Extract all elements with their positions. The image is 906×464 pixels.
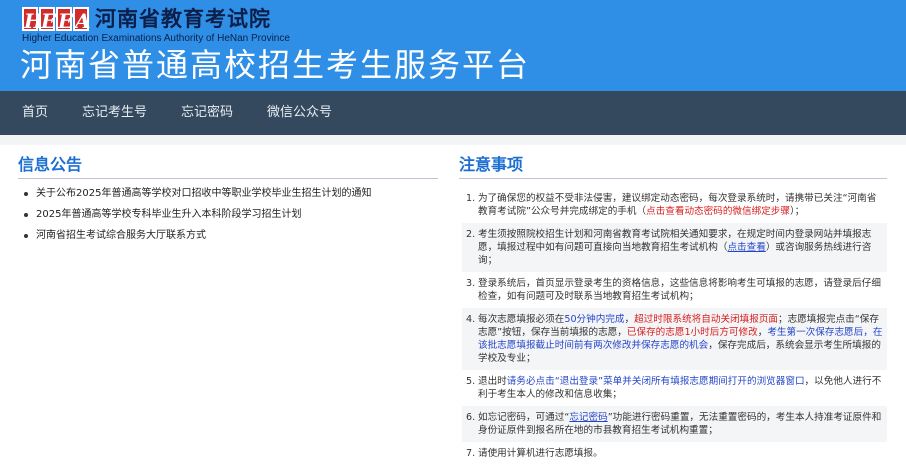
note-text-segment: 登录系统后，首页显示登录考生的资格信息，这些信息将影响考生可填报的志愿，请登录后… — [478, 278, 881, 302]
platform-title: 河南省普通高校招生考生服务平台 — [20, 46, 531, 84]
notes-panel: 注意事项 1. 为了确保您的权益不受非法侵害，建议绑定动态密码，每次登录系统时，请… — [459, 151, 887, 464]
note-number: 2. — [466, 229, 476, 240]
note-number: 7. — [466, 448, 476, 459]
note-text: 退出时请务必点击“退出登录”菜单并关闭所有填报志愿期间打开的浏览器窗口，以免他人… — [478, 375, 883, 401]
site-header: HEEA 河南省教育考试院 Higher Education Examinati… — [0, 0, 906, 91]
note-link[interactable]: 忘记密码 — [569, 412, 607, 423]
note-item: 1. 为了确保您的权益不受非法侵害，建议绑定动态密码，每次登录系统时，请携带已关注… — [462, 187, 887, 223]
nav-wechat-account[interactable]: 微信公众号 — [267, 91, 332, 135]
org-name-en: Higher Education Examinations Authority … — [22, 33, 290, 44]
announcement-item[interactable]: 2025年普通高等学校专科毕业生升入本科阶段学习招生计划 — [24, 208, 438, 222]
note-text: 考生须按照院校招生计划和河南省教育考试院相关通知要求，在规定时间内登录网站并填报… — [478, 228, 883, 267]
announcement-item[interactable]: 河南省招生考试综合服务大厅联系方式 — [24, 229, 438, 243]
note-text-segment: 如忘记密码，可通过“ — [478, 412, 570, 423]
logo-mark: HEEA — [22, 7, 91, 33]
note-text-segment: 每次志愿填报必须在 — [478, 314, 565, 325]
note-number: 1. — [466, 193, 476, 204]
nav-home[interactable]: 首页 — [22, 91, 48, 135]
org-name: 河南省教育考试院 — [95, 7, 271, 31]
logo-letter: E — [56, 7, 74, 33]
note-text-segment[interactable]: 已保存的志愿1小时后方可修改 — [627, 327, 758, 338]
logo-letter: E — [39, 7, 57, 33]
notes-title: 注意事项 — [459, 151, 887, 179]
note-text-segment: ， — [624, 314, 635, 325]
note-number: 5. — [466, 376, 476, 387]
note-text-segment: ）； — [789, 206, 805, 217]
announcements-panel: 信息公告 关于公布2025年普通高等学校对口招收中等职业学校毕业生招生计划的通知… — [18, 151, 438, 250]
note-text-segment: 50分钟内完成 — [564, 314, 625, 325]
main-nav: 首页 忘记考生号 忘记密码 微信公众号 — [0, 91, 906, 135]
note-text: 请使用计算机进行志愿填报。 — [478, 447, 883, 460]
logo-letter: H — [22, 7, 43, 33]
org-logo[interactable]: HEEA 河南省教育考试院 — [22, 7, 271, 33]
note-text: 为了确保您的权益不受非法侵害，建议绑定动态密码，每次登录系统时，请携带已关注“河… — [478, 192, 883, 218]
note-item: 6. 如忘记密码，可通过“忘记密码”功能进行密码重置，无法重置密码的，考生本人持准… — [462, 406, 887, 442]
announcements-title: 信息公告 — [18, 151, 438, 179]
note-item: 5. 退出时请务必点击“退出登录”菜单并关闭所有填报志愿期间打开的浏览器窗口，以免… — [462, 370, 887, 406]
note-text-segment: 请务必点击“退出登录”菜单并关闭所有填报志愿期间打开的浏览器窗口 — [506, 376, 805, 387]
main-content: 信息公告 关于公布2025年普通高等学校对口招收中等职业学校毕业生招生计划的通知… — [0, 145, 906, 464]
note-item: 7. 请使用计算机进行志愿填报。 — [462, 442, 887, 464]
note-number: 4. — [466, 314, 476, 325]
note-number: 3. — [466, 278, 476, 289]
nav-forgot-password[interactable]: 忘记密码 — [181, 91, 233, 135]
note-text: 登录系统后，首页显示登录考生的资格信息，这些信息将影响考生可填报的志愿，请登录后… — [478, 277, 883, 303]
note-item: 2. 考生须按照院校招生计划和河南省教育考试院相关通知要求，在规定时间内登录网站并… — [462, 223, 887, 272]
note-text: 每次志愿填报必须在50分钟内完成，超过时限系统将自动关闭填报页面；志愿填报完点击… — [478, 313, 883, 365]
note-text-segment[interactable]: 点击查看动态密码的微信绑定步骤 — [646, 206, 790, 217]
note-text-segment[interactable]: 超过时限系统将自动关闭填报页面 — [634, 314, 778, 325]
note-item: 4. 每次志愿填报必须在50分钟内完成，超过时限系统将自动关闭填报页面；志愿填报完… — [462, 308, 887, 370]
note-link[interactable]: 点击查看 — [727, 242, 765, 253]
logo-letter: A — [73, 7, 91, 33]
divider-band — [0, 135, 906, 145]
announcement-item[interactable]: 关于公布2025年普通高等学校对口招收中等职业学校毕业生招生计划的通知 — [24, 187, 438, 201]
announcement-list: 关于公布2025年普通高等学校对口招收中等职业学校毕业生招生计划的通知 2025… — [18, 187, 438, 243]
nav-forgot-candidate-number[interactable]: 忘记考生号 — [82, 91, 147, 135]
note-text-segment: 退出时 — [478, 376, 507, 387]
note-item: 3. 登录系统后，首页显示登录考生的资格信息，这些信息将影响考生可填报的志愿，请登… — [462, 272, 887, 308]
note-text-segment: 请使用计算机进行志愿填报。 — [478, 448, 603, 459]
notes-list: 1. 为了确保您的权益不受非法侵害，建议绑定动态密码，每次登录系统时，请携带已关注… — [459, 187, 887, 464]
note-number: 6. — [466, 412, 476, 423]
note-text: 如忘记密码，可通过“忘记密码”功能进行密码重置，无法重置密码的，考生本人持准考证… — [478, 411, 883, 437]
note-text-segment: ， — [757, 327, 768, 338]
